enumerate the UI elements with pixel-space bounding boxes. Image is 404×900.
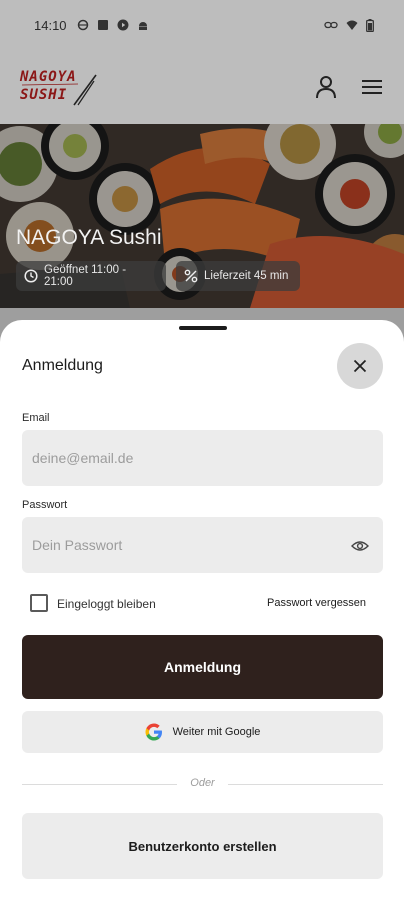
square-icon (97, 20, 108, 30)
status-time: 14:10 (34, 17, 67, 33)
close-button[interactable] (337, 343, 383, 389)
divider-line-left (22, 784, 177, 785)
percent-icon (184, 269, 198, 283)
forgot-password-link[interactable]: Passwort vergessen (267, 597, 366, 609)
link-icon (324, 21, 338, 29)
delivery-time-badge: Lieferzeit 45 min (176, 261, 300, 291)
create-account-button[interactable]: Benutzerkonto erstellen (22, 813, 383, 879)
login-button[interactable]: Anmeldung (22, 635, 383, 699)
delivery-time-text: Lieferzeit 45 min (204, 270, 289, 282)
eye-icon (351, 541, 369, 551)
opening-hours-text: Geöffnet 11:00 - 21:00 (44, 264, 127, 288)
create-account-label: Benutzerkonto erstellen (128, 838, 277, 854)
close-icon (353, 359, 367, 373)
clock-icon (24, 269, 38, 283)
menu-button[interactable] (360, 75, 384, 99)
restaurant-logo[interactable]: NAGOYA SUSHI (20, 65, 100, 109)
user-icon (316, 76, 336, 99)
email-label: Email (22, 412, 50, 424)
google-button-label: Weiter mit Google (172, 726, 261, 738)
status-icons-left (77, 19, 149, 31)
status-bar: 14:10 (0, 0, 404, 50)
sheet-drag-handle[interactable] (179, 326, 227, 330)
app-header: NAGOYA SUSHI (0, 50, 404, 124)
email-field[interactable] (22, 430, 383, 486)
password-label: Passwort (22, 499, 68, 511)
wifi-icon (346, 20, 358, 30)
circle-icon (77, 19, 88, 31)
divider: Oder (22, 776, 383, 792)
account-button[interactable] (314, 75, 338, 99)
chopsticks-icon (21, 74, 97, 106)
header-icons (314, 75, 384, 99)
show-password-button[interactable] (348, 534, 372, 558)
sheet-title: Anmeldung (22, 357, 103, 374)
restaurant-name: NAGOYA Sushi (16, 226, 162, 249)
login-button-label: Anmeldung (164, 659, 241, 675)
battery-icon (366, 18, 374, 32)
password-field[interactable] (22, 517, 383, 573)
remember-me-checkbox[interactable] (30, 594, 48, 612)
divider-line-right (228, 784, 383, 785)
google-login-button[interactable]: Weiter mit Google (22, 711, 383, 753)
login-bottom-sheet: Anmeldung Email Passwort Eingeloggt blei… (0, 320, 404, 900)
play-circle-icon (117, 19, 129, 31)
menu-icon (362, 80, 382, 94)
status-icons-right (324, 18, 374, 32)
divider-label: Oder (190, 777, 215, 789)
opening-hours-badge: Geöffnet 11:00 - 21:00 (16, 261, 166, 291)
google-icon (145, 723, 162, 741)
android-icon (138, 22, 147, 30)
remember-me-label[interactable]: Eingeloggt bleiben (57, 597, 156, 611)
